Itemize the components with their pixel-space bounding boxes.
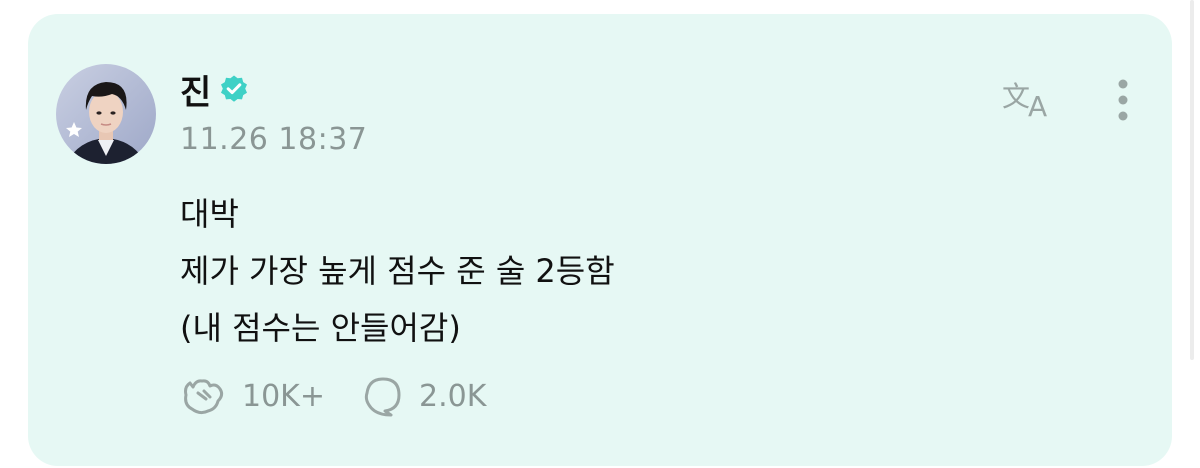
- scrollbar[interactable]: [1190, 0, 1194, 360]
- author-name[interactable]: 진: [180, 65, 211, 114]
- more-vertical-icon: [1118, 79, 1128, 121]
- author-row: 진: [180, 64, 249, 114]
- like-icon: [184, 379, 224, 415]
- avatar[interactable]: [56, 64, 156, 164]
- comment-button[interactable]: 2.0K: [361, 375, 486, 417]
- post-body-line: 대박: [180, 195, 239, 233]
- like-button[interactable]: 10K+: [180, 375, 325, 417]
- post-body-line: 제가 가장 높게 점수 준 술 2등함: [180, 252, 615, 290]
- likes-count: 10K+: [242, 378, 325, 414]
- verified-badge-icon: [219, 74, 249, 104]
- post-body-line: (내 점수는 안들어감): [180, 309, 461, 347]
- translate-button[interactable]: 文 A: [1000, 76, 1060, 123]
- post-timestamp: 11.26 18:37: [180, 122, 368, 157]
- svg-text:文: 文: [1002, 80, 1030, 113]
- comments-count: 2.0K: [418, 378, 487, 414]
- post-actions: 10K+ 2.0K: [180, 370, 522, 422]
- page: 진 11.26 18:37 대박 제가 가장 높게 점수 준 술 2등함 (내 …: [0, 0, 1200, 468]
- more-options-button[interactable]: [1108, 76, 1138, 124]
- comment-icon: [364, 377, 401, 417]
- translate-icon: 文 A: [1002, 80, 1047, 123]
- avatar-image: [56, 64, 156, 164]
- svg-text:A: A: [1028, 90, 1047, 122]
- post-body: 대박 제가 가장 높게 점수 준 술 2등함 (내 점수는 안들어감): [180, 186, 615, 357]
